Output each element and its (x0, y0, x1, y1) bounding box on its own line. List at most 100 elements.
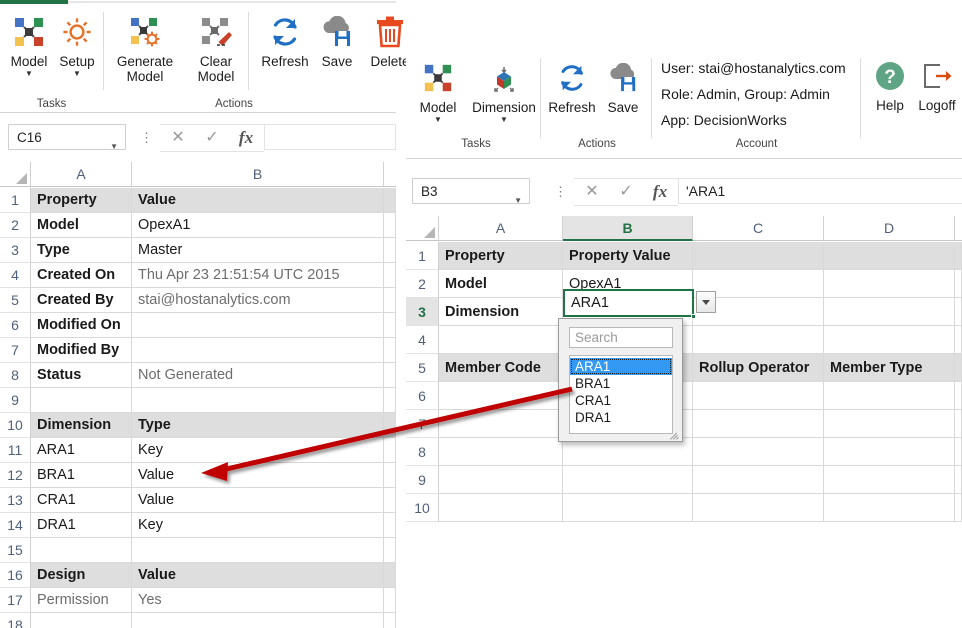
row-header-left[interactable]: 12 (0, 463, 31, 488)
cell-left[interactable] (384, 513, 396, 538)
column-header-A-left[interactable]: A (31, 162, 132, 187)
cell-left[interactable]: Not Generated (132, 363, 384, 388)
row-header-right[interactable]: 3 (406, 298, 439, 326)
row-header-right[interactable]: 8 (406, 438, 439, 466)
cell-left[interactable] (384, 313, 396, 338)
row-header-right[interactable]: 1 (406, 242, 439, 270)
cell-left[interactable] (384, 463, 396, 488)
dropdown-item-list[interactable]: ARA1 BRA1 CRA1 DRA1 (569, 355, 673, 434)
dropdown-item[interactable]: BRA1 (570, 375, 672, 392)
cell-left[interactable]: OpexA1 (132, 213, 384, 238)
formula-input-right[interactable]: 'ARA1 (678, 178, 962, 204)
cell-left[interactable]: Modified On (31, 313, 132, 338)
cell-right[interactable] (824, 242, 955, 270)
row-header-left[interactable]: 6 (0, 313, 31, 338)
cell-right[interactable]: Property Value (563, 242, 693, 270)
column-header-B-right[interactable]: B (563, 216, 693, 241)
cell-right[interactable] (955, 410, 962, 438)
ribbon-button-refresh-right[interactable]: Refresh (544, 56, 600, 115)
cancel-icon[interactable]: ✕ (576, 179, 608, 205)
cell-right[interactable]: Property (439, 242, 563, 270)
cell-left[interactable] (132, 338, 384, 363)
cell-right[interactable] (693, 410, 824, 438)
confirm-icon[interactable]: ✓ (196, 125, 228, 151)
cell-left[interactable] (132, 313, 384, 338)
name-box-right[interactable]: B3 ▼ (412, 178, 530, 205)
chevron-down-icon[interactable]: ▼ (110, 134, 118, 160)
row-header-left[interactable]: 13 (0, 488, 31, 513)
cell-right[interactable] (439, 326, 563, 354)
cell-left[interactable]: Status (31, 363, 132, 388)
cell-left[interactable]: Thu Apr 23 21:51:54 UTC 2015 (132, 263, 384, 288)
chevron-down-icon[interactable]: ▼ (48, 69, 106, 78)
row-header-left[interactable]: 10 (0, 413, 31, 438)
column-header-A-right[interactable]: A (439, 216, 563, 241)
ribbon-button-dimension[interactable]: Dimension ▼ (464, 56, 544, 124)
worksheet-grid-right[interactable]: A B C D 1 Property Property Value 2 Model Ope… (406, 216, 962, 526)
cell-right[interactable] (955, 438, 962, 466)
column-header-D-right[interactable]: D (824, 216, 955, 241)
cell-right[interactable] (439, 382, 563, 410)
cell-left[interactable] (384, 388, 396, 413)
cell-right[interactable] (439, 438, 563, 466)
row-header-left[interactable]: 7 (0, 338, 31, 363)
resize-grip[interactable] (668, 428, 680, 440)
row-header-left[interactable]: 18 (0, 613, 31, 628)
row-header-right[interactable]: 4 (406, 326, 439, 354)
cell-left[interactable] (132, 538, 384, 563)
ribbon-button-generate-model[interactable]: Generate Model (109, 10, 181, 84)
dropdown-item[interactable]: CRA1 (570, 392, 672, 409)
row-header-left[interactable]: 14 (0, 513, 31, 538)
cell-left[interactable] (384, 338, 396, 363)
ribbon-button-clear-model[interactable]: Clear Model (185, 10, 247, 84)
cell-right[interactable] (824, 494, 955, 522)
column-header-E-right[interactable] (955, 216, 962, 241)
cell-left[interactable] (31, 538, 132, 563)
cell-right[interactable] (693, 438, 824, 466)
cell-right[interactable] (563, 466, 693, 494)
row-header-left[interactable]: 5 (0, 288, 31, 313)
cell-left[interactable]: CRA1 (31, 488, 132, 513)
cell-right[interactable] (824, 438, 955, 466)
ribbon-button-refresh-left[interactable]: Refresh (256, 10, 314, 69)
cell-right[interactable] (955, 326, 962, 354)
row-header-right[interactable]: 2 (406, 270, 439, 298)
cell-left[interactable]: Type (31, 238, 132, 263)
cell-left[interactable]: Value (132, 563, 384, 588)
cell-left[interactable]: Created By (31, 288, 132, 313)
cell-right[interactable] (955, 242, 962, 270)
cell-left[interactable] (384, 538, 396, 563)
formula-bar-grip[interactable]: ⋮ (140, 130, 153, 146)
cell-left[interactable] (384, 263, 396, 288)
cell-left[interactable]: BRA1 (31, 463, 132, 488)
cell-left[interactable] (384, 613, 396, 628)
cell-left[interactable]: Model (31, 213, 132, 238)
cell-left[interactable]: stai@hostanalytics.com (132, 288, 384, 313)
cell-right[interactable] (439, 410, 563, 438)
cell-right[interactable] (824, 298, 955, 326)
cell-left[interactable]: Key (132, 513, 384, 538)
cell-right[interactable]: Member Code (439, 354, 563, 382)
cell-left[interactable] (384, 363, 396, 388)
cell-right[interactable] (693, 242, 824, 270)
cell-left[interactable] (31, 388, 132, 413)
row-header-right[interactable]: 5 (406, 354, 439, 382)
cell-left[interactable]: Property (31, 188, 132, 213)
cell-left[interactable]: Design (31, 563, 132, 588)
cell-left[interactable]: ARA1 (31, 438, 132, 463)
dropdown-item[interactable]: DRA1 (570, 409, 672, 426)
row-header-right[interactable]: 10 (406, 494, 439, 522)
cell-left[interactable] (384, 488, 396, 513)
cell-right[interactable] (824, 270, 955, 298)
cell-right[interactable] (693, 326, 824, 354)
row-header-left[interactable]: 1 (0, 188, 31, 213)
cell-right[interactable] (824, 326, 955, 354)
ribbon-button-save-left[interactable]: Save (311, 10, 363, 69)
row-header-left[interactable]: 9 (0, 388, 31, 413)
insert-function-icon[interactable]: fx (230, 125, 262, 151)
cell-right[interactable] (439, 494, 563, 522)
cell-right[interactable] (955, 270, 962, 298)
cell-left[interactable]: Created On (31, 263, 132, 288)
row-header-left[interactable]: 11 (0, 438, 31, 463)
confirm-icon[interactable]: ✓ (610, 179, 642, 205)
